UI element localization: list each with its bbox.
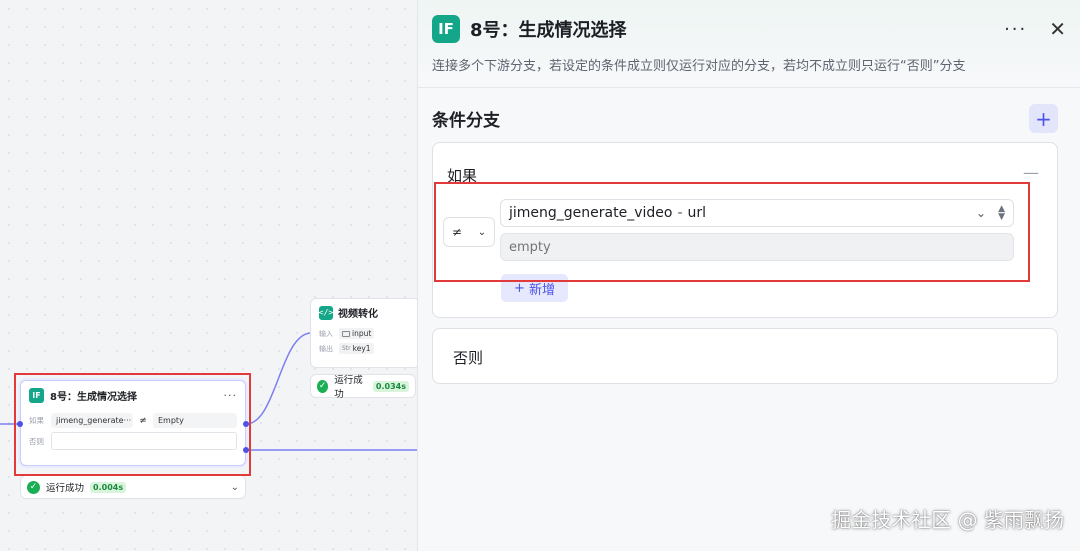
object-icon [342, 330, 350, 337]
success-icon: ✓ [27, 480, 40, 494]
success-icon: ✓ [317, 379, 329, 393]
panel-header: IF 8号：生成情况选择 ··· ✕ 连接多个下游分支，若设定的条件成立则仅运行… [418, 0, 1080, 88]
output-label: 输出 [319, 344, 333, 353]
highlight-frame-panel [434, 182, 1030, 282]
section-title: 条件分支 [432, 111, 500, 131]
plus-icon: + [514, 280, 525, 296]
collapse-icon[interactable]: — [1023, 163, 1039, 182]
output-tag: Str key1 [339, 343, 374, 354]
video-node-status[interactable]: ✓ 运行成功 0.034s [310, 374, 416, 400]
panel-description: 连接多个下游分支，若设定的条件成立则仅运行对应的分支，若均不成立则只运行“否则”… [432, 59, 966, 74]
string-icon: Str [342, 345, 351, 352]
highlight-frame [14, 373, 251, 476]
else-label: 否则 [453, 349, 484, 367]
status-text: 运行成功 [334, 375, 363, 400]
edge-to-video [245, 332, 311, 425]
status-text: 运行成功 [46, 483, 85, 494]
time-badge: 0.034s [372, 380, 409, 392]
chevron-down-icon[interactable]: ⌄ [231, 482, 239, 493]
node-input-row: 输入 input [319, 328, 411, 339]
add-branch-button[interactable]: + [1029, 104, 1058, 133]
input-tag: input [339, 328, 375, 339]
more-icon[interactable]: ··· [1004, 19, 1027, 40]
node-output-row: 输出 Str key1 [319, 343, 411, 354]
else-branch-card: 否则 [432, 328, 1058, 384]
panel-title[interactable]: 8号：生成情况选择 [470, 16, 627, 42]
watermark: 掘金技术社区 @ 紫雨飘扬 [831, 508, 1064, 532]
if-node-status[interactable]: ✓ 运行成功 0.004s ⌄ [20, 475, 246, 499]
if-badge-icon: IF [432, 15, 460, 43]
node-title: 视频转化 [338, 309, 378, 320]
close-icon[interactable]: ✕ [1049, 17, 1066, 41]
video-transform-node[interactable]: </> 视频转化 输入 input 输出 Str key1 [310, 298, 420, 368]
time-badge: 0.004s [90, 481, 127, 493]
input-label: 输入 [319, 329, 333, 338]
code-icon: </> [319, 305, 333, 320]
